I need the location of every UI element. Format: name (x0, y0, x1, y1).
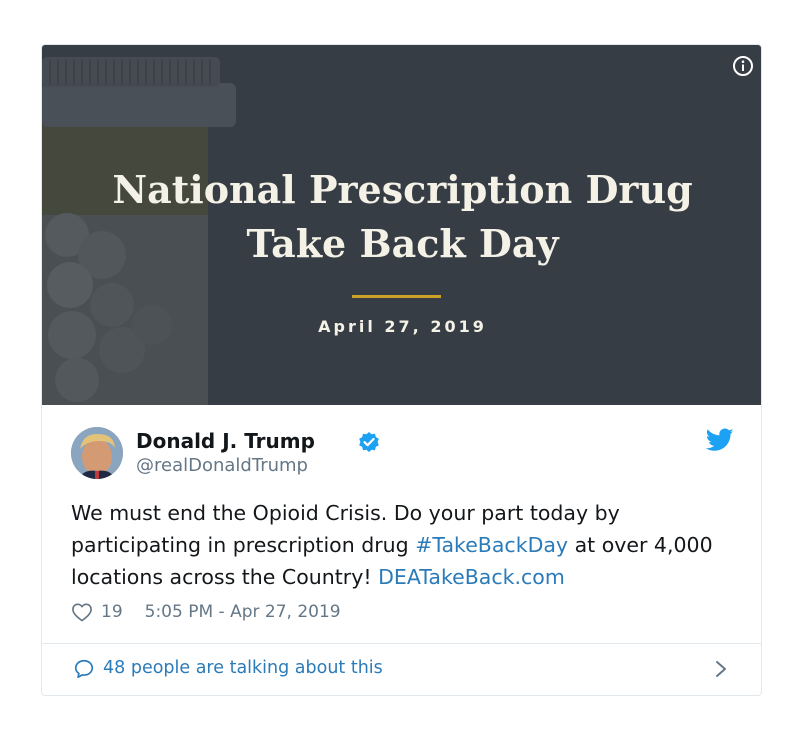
comment-bubble-icon (74, 659, 94, 679)
hashtag-link[interactable]: #TakeBackDay (415, 533, 568, 557)
tweet-timestamp[interactable]: 5:05 PM - Apr 27, 2019 (145, 602, 341, 622)
heart-icon[interactable] (71, 602, 93, 622)
hero-title-line2: Take Back Day (246, 221, 559, 266)
author-handle[interactable]: @realDonaldTrump (136, 455, 308, 476)
conversation-count-label: 48 people are talking about this (103, 658, 383, 678)
embedded-tweet-card: National Prescription Drug Take Back Day… (41, 44, 762, 696)
hero-image[interactable]: National Prescription Drug Take Back Day… (42, 45, 761, 405)
avatar[interactable] (71, 427, 123, 479)
chevron-right-icon (716, 661, 726, 677)
tweet-meta: 19 5:05 PM - Apr 27, 2019 (71, 599, 341, 625)
tweet-text: We must end the Opioid Crisis. Do your p… (71, 497, 741, 593)
avatar-portrait-icon (71, 427, 123, 479)
hero-divider (352, 295, 441, 298)
hero-title: National Prescription Drug Take Back Day (42, 163, 761, 271)
hero-title-line1: National Prescription Drug (112, 167, 693, 212)
like-count[interactable]: 19 (101, 602, 123, 622)
author-name[interactable]: Donald J. Trump (136, 429, 315, 453)
url-link[interactable]: DEATakeBack.com (378, 565, 565, 589)
twitter-bird-icon[interactable] (706, 428, 734, 452)
info-circle-icon[interactable] (732, 55, 754, 77)
hero-date: April 27, 2019 (318, 317, 487, 336)
conversation-link[interactable]: 48 people are talking about this (42, 644, 761, 695)
verified-badge-icon (359, 432, 379, 452)
